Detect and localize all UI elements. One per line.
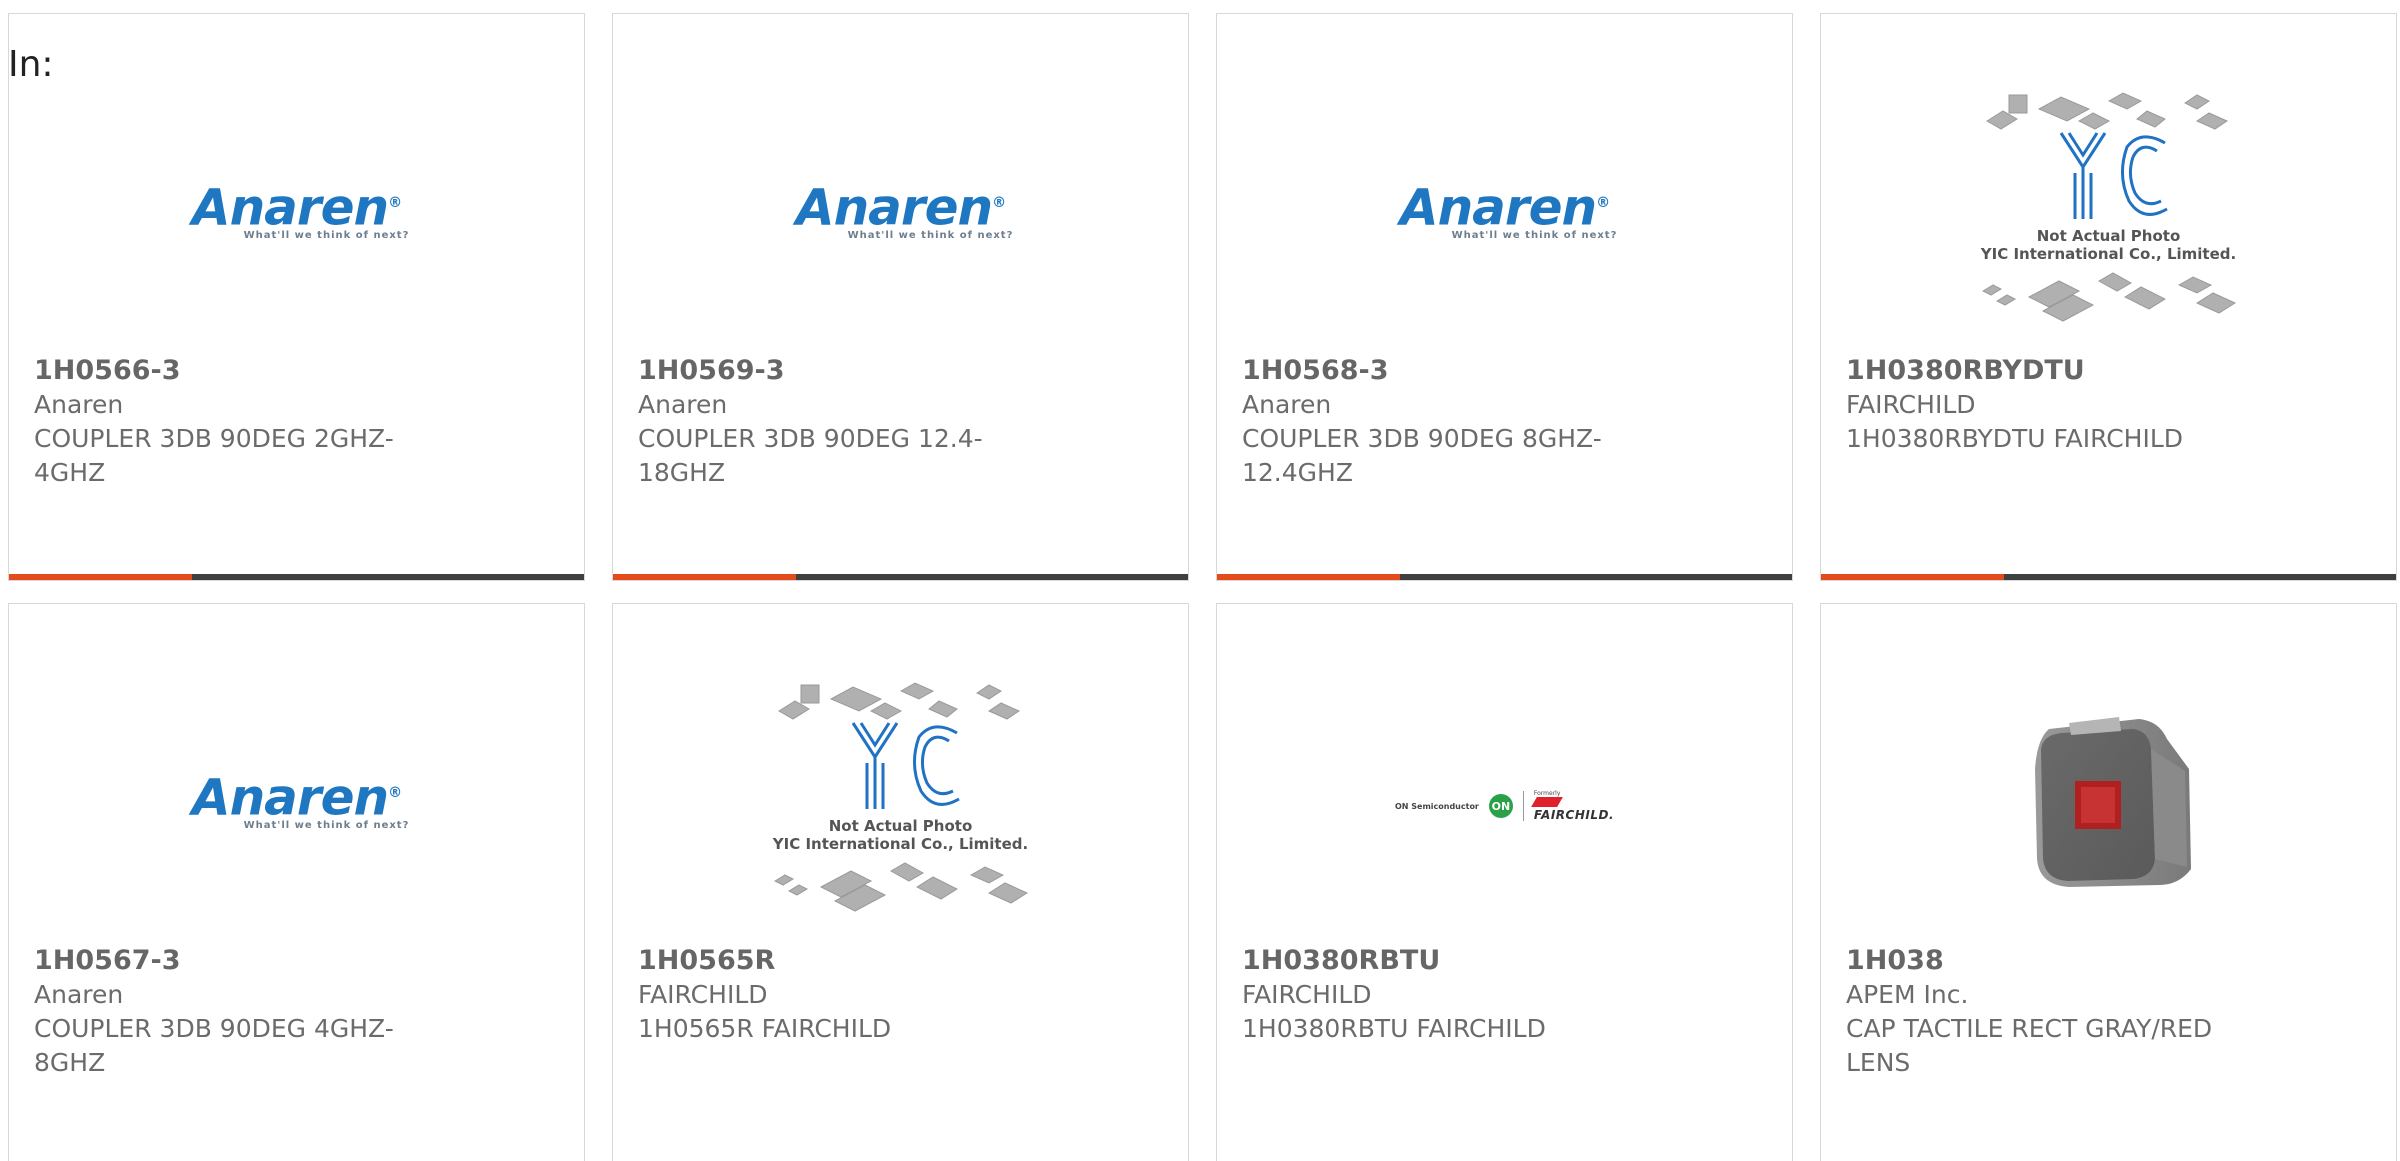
description-line-1: 1H0565R FAIRCHILD	[638, 1014, 892, 1043]
description-line-1: CAP TACTILE RECT GRAY/RED	[1846, 1014, 2213, 1043]
product-image	[1821, 674, 2396, 934]
filter-label: In:	[8, 44, 54, 85]
product-card[interactable]: Not Actual Photo YIC International Co., …	[1820, 13, 2397, 581]
yic-placeholder-icon: Not Actual Photo YIC International Co., …	[761, 679, 1041, 929]
description-line-2: 8GHZ	[34, 1048, 106, 1077]
product-info: 1H0565R FAIRCHILD 1H0565R FAIRCHILD	[638, 944, 1028, 1046]
card-accent-bar	[1217, 574, 1400, 580]
product-card[interactable]: Anaren® What'll we think of next? 1H0566…	[8, 13, 585, 581]
yic-placeholder-icon: Not Actual Photo YIC International Co., …	[1969, 89, 2249, 339]
product-card[interactable]: Anaren® What'll we think of next? 1H0567…	[8, 603, 585, 1161]
product-info: 1H0567-3 Anaren COUPLER 3DB 90DEG 4GHZ- …	[34, 944, 424, 1080]
part-number[interactable]: 1H0567-3	[34, 944, 424, 978]
description-line-2: 4GHZ	[34, 458, 106, 487]
fairchild-logo-icon: ON Semiconductor ON Formerly FAIRCHILD.	[1394, 790, 1615, 822]
part-number[interactable]: 1H038	[1846, 944, 2236, 978]
part-number[interactable]: 1H0569-3	[638, 354, 1028, 388]
manufacturer: FAIRCHILD	[1846, 390, 1976, 419]
description-line-1: COUPLER 3DB 90DEG 4GHZ-	[34, 1014, 394, 1043]
yic-caption: Not Actual Photo YIC International Co., …	[1980, 227, 2237, 263]
product-image: Not Actual Photo YIC International Co., …	[1821, 84, 2396, 344]
manufacturer: Anaren	[34, 390, 124, 419]
product-card[interactable]: Not Actual Photo YIC International Co., …	[612, 603, 1189, 1161]
manufacturer: FAIRCHILD	[1242, 980, 1372, 1009]
description-line-2: LENS	[1846, 1048, 1911, 1077]
anaren-logo-icon: Anaren® What'll we think of next?	[795, 178, 1014, 241]
card-bottom-bar	[613, 574, 1188, 580]
anaren-logo-icon: Anaren® What'll we think of next?	[191, 178, 410, 241]
product-info: 1H0568-3 Anaren COUPLER 3DB 90DEG 8GHZ- …	[1242, 354, 1632, 490]
description-line-1: COUPLER 3DB 90DEG 2GHZ-	[34, 424, 394, 453]
card-accent-bar	[1821, 574, 2004, 580]
card-bottom-bar	[1821, 574, 2396, 580]
manufacturer: FAIRCHILD	[638, 980, 768, 1009]
product-image: Anaren® What'll we think of next?	[613, 84, 1188, 344]
product-image: Anaren® What'll we think of next?	[9, 84, 584, 344]
product-card[interactable]: Anaren® What'll we think of next? 1H0569…	[612, 13, 1189, 581]
product-card[interactable]: Anaren® What'll we think of next? 1H0568…	[1216, 13, 1793, 581]
product-card[interactable]: ON Semiconductor ON Formerly FAIRCHILD. …	[1216, 603, 1793, 1161]
product-info: 1H038 APEM Inc. CAP TACTILE RECT GRAY/RE…	[1846, 944, 2236, 1080]
manufacturer: APEM Inc.	[1846, 980, 1969, 1009]
product-listing-page: In: Anaren® What'll we think of next? 1H…	[0, 0, 2400, 1161]
part-number[interactable]: 1H0566-3	[34, 354, 424, 388]
description-line-2: 18GHZ	[638, 458, 726, 487]
product-image: ON Semiconductor ON Formerly FAIRCHILD.	[1217, 674, 1792, 934]
tactile-cap-icon	[2034, 717, 2191, 887]
description-line-1: 1H0380RBYDTU FAIRCHILD	[1846, 424, 2184, 453]
description-line-1: COUPLER 3DB 90DEG 8GHZ-	[1242, 424, 1602, 453]
yic-caption: Not Actual Photo YIC International Co., …	[772, 817, 1029, 853]
part-number[interactable]: 1H0568-3	[1242, 354, 1632, 388]
chip-packages-icon	[1981, 92, 2236, 322]
manufacturer: Anaren	[1242, 390, 1332, 419]
product-info: 1H0569-3 Anaren COUPLER 3DB 90DEG 12.4- …	[638, 354, 1028, 490]
part-number[interactable]: 1H0565R	[638, 944, 1028, 978]
product-image: Anaren® What'll we think of next?	[1217, 84, 1792, 344]
manufacturer: Anaren	[34, 980, 124, 1009]
fairchild-mark-icon	[1531, 797, 1563, 807]
part-number[interactable]: 1H0380RBYDTU	[1846, 354, 2236, 388]
card-bottom-bar	[1217, 574, 1792, 580]
chip-packages-icon	[773, 682, 1028, 912]
description-line-1: 1H0380RBTU FAIRCHILD	[1242, 1014, 1546, 1043]
anaren-logo-icon: Anaren® What'll we think of next?	[191, 768, 410, 831]
part-number[interactable]: 1H0380RBTU	[1242, 944, 1632, 978]
description-line-1: COUPLER 3DB 90DEG 12.4-	[638, 424, 983, 453]
product-info: 1H0566-3 Anaren COUPLER 3DB 90DEG 2GHZ- …	[34, 354, 424, 490]
manufacturer: Anaren	[638, 390, 728, 419]
card-bottom-bar	[9, 574, 584, 580]
anaren-logo-icon: Anaren® What'll we think of next?	[1399, 178, 1618, 241]
description-line-2: 12.4GHZ	[1242, 458, 1353, 487]
product-info: 1H0380RBTU FAIRCHILD 1H0380RBTU FAIRCHIL…	[1242, 944, 1632, 1046]
card-accent-bar	[9, 574, 192, 580]
product-image: Not Actual Photo YIC International Co., …	[613, 674, 1188, 934]
on-semi-icon: ON	[1488, 794, 1513, 818]
product-info: 1H0380RBYDTU FAIRCHILD 1H0380RBYDTU FAIR…	[1846, 354, 2236, 456]
product-card[interactable]: 1H038 APEM Inc. CAP TACTILE RECT GRAY/RE…	[1820, 603, 2397, 1161]
card-accent-bar	[613, 574, 796, 580]
product-image: Anaren® What'll we think of next?	[9, 674, 584, 934]
